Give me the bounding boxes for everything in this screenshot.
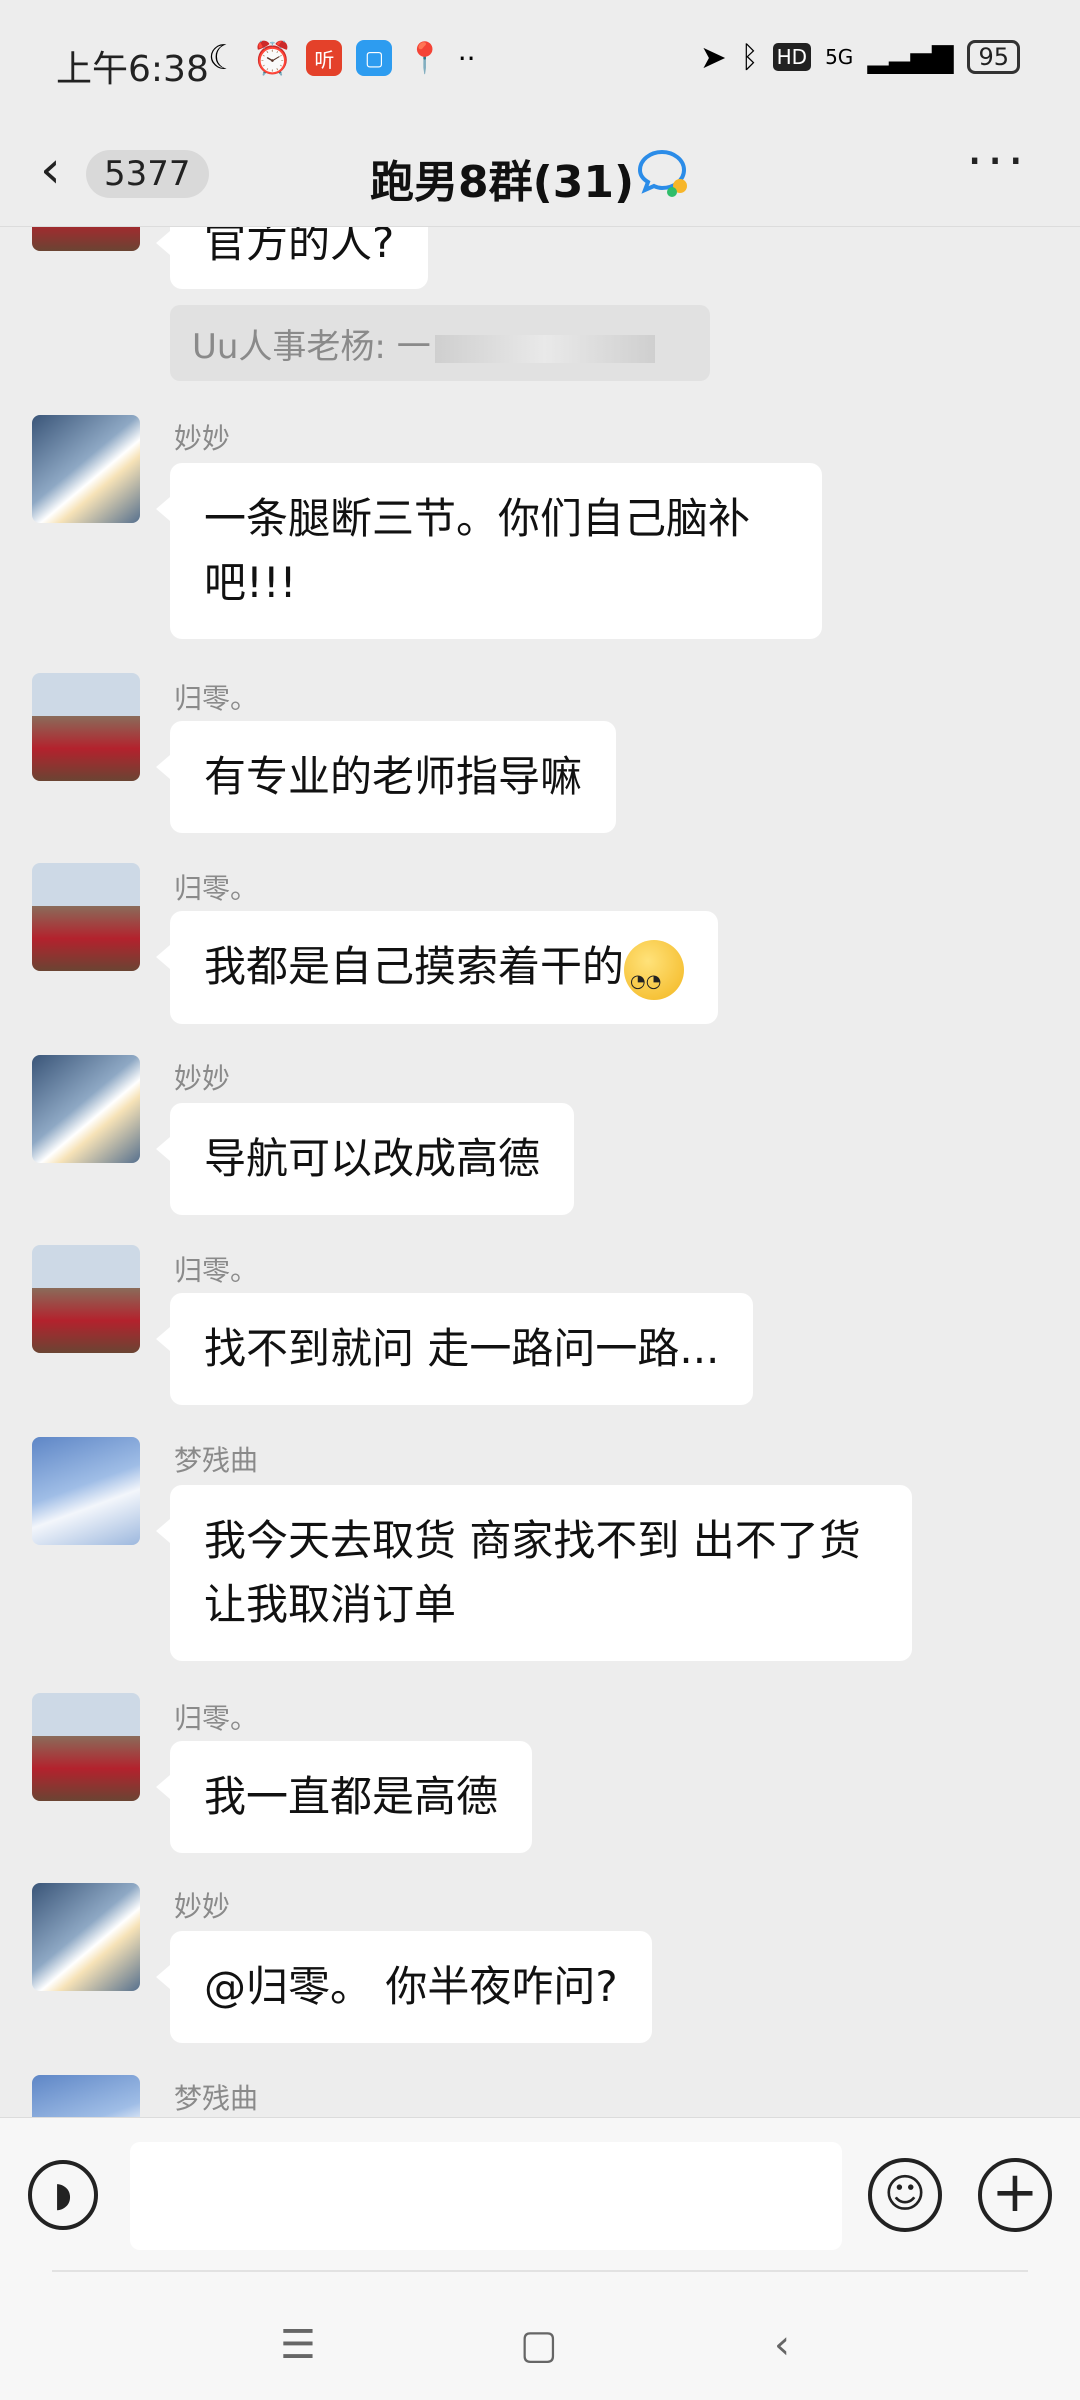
sender-name: 归零。 [174,682,259,715]
back-arrow-icon[interactable]: ‹ [40,140,61,200]
sender-name: 妙妙 [174,1890,231,1923]
message-text: 我都是自己摸索着干的 [204,942,625,991]
message-text: 导航可以改成高德 [204,1134,541,1183]
status-right-icons: ➤ ᛒ HD 5G ▂▃▅▇ 95 [700,38,1020,76]
message-bubble[interactable]: 找不到就问 走一路问一路... [155,1293,754,1405]
listen-app-icon: 听 [306,40,343,76]
message-text: 找不到就问 走一路问一路... [204,1324,720,1373]
message-bubble[interactable]: @归零。 你半夜咋问? [156,1931,652,2043]
sender-name: 梦残曲 [174,2082,259,2115]
message-text: 我一直都是高德 [204,1772,499,1821]
map-pin-icon: 📍 [406,40,444,76]
message-bubble[interactable]: 我一直都是高德 [155,1741,533,1853]
avatar[interactable] [32,2075,140,2117]
message-text: 一条腿断三节。你们自己脑补吧!!! [204,494,751,607]
plus-icon[interactable]: + [978,2158,1052,2232]
avatar[interactable] [32,1245,140,1353]
message-text: 有专业的老师指导嘛 [204,752,583,801]
message-list: 官方的人? Uu人事老杨: 一 妙妙 一条腿断三节。你们自己脑补吧!!! 归零。… [0,227,1080,2117]
location-arrow-icon: ➤ [699,38,727,76]
sender-name: 归零。 [174,1702,259,1735]
more-notifications-icon: ·· [457,41,476,75]
avatar[interactable] [32,1055,140,1163]
system-nav-bar: ☰ ▢ ‹ [0,2282,1080,2400]
quote-text: Uu人事老杨: 一 [192,327,431,367]
battery-indicator: 95 [967,40,1020,74]
back-nav-icon[interactable]: ‹ [774,2322,790,2368]
sender-name: 梦残曲 [174,1444,259,1477]
emoji-icon[interactable]: ☺ [868,2158,942,2232]
menu-nav-icon[interactable]: ☰ [280,2322,316,2368]
network-type: 5G [825,45,854,69]
avatar[interactable] [32,863,140,971]
chat-title: 跑男8群(31) [370,157,635,208]
divider [52,2270,1028,2272]
message-text: @归零。 你半夜咋问? [204,1962,618,2011]
signal-icon: ▂▃▅▇ [867,40,954,74]
unread-count-badge[interactable]: 5377 [86,150,209,198]
chat-app-icon: ▢ [356,40,393,76]
grimace-emoji-icon [624,939,685,1014]
sender-name: 妙妙 [174,1062,231,1095]
voice-input-icon[interactable]: ◗ [28,2160,98,2230]
hd-icon: HD [772,43,812,71]
status-time: 上午6:38 [56,49,209,90]
message-bubble[interactable]: 官方的人? [155,227,429,289]
status-bar: 上午6:38 ☾ ⏰ 听 ▢ 📍 ·· ➤ ᛒ HD 5G ▂▃▅▇ 95 [0,0,1080,124]
bluetooth-icon: ᛒ [740,39,759,75]
message-text: 我今天去取货 商家找不到 出不了货让我取消订单 [204,1516,861,1629]
home-nav-icon[interactable]: ▢ [520,2322,558,2368]
message-text: 官方的人? [204,227,395,267]
avatar[interactable] [32,673,140,781]
chat-header: ‹ 5377 跑男8群(31) ··· [0,124,1080,227]
input-bar: ◗ ☺ + [0,2117,1080,2283]
avatar[interactable] [32,1693,140,1801]
sender-name: 归零。 [174,1254,259,1287]
avatar[interactable] [32,415,140,523]
group-chat-icon [637,149,687,197]
message-bubble[interactable]: 导航可以改成高德 [155,1103,575,1215]
alarm-icon: ⏰ [252,39,293,77]
quoted-message[interactable]: Uu人事老杨: 一 [170,305,710,381]
moon-icon: ☾ [208,38,239,78]
message-bubble[interactable]: 我今天去取货 商家找不到 出不了货让我取消订单 [156,1485,912,1661]
avatar[interactable] [32,1883,140,1991]
status-left-icons: ☾ ⏰ 听 ▢ 📍 ·· [208,38,476,78]
avatar[interactable] [32,227,140,251]
message-bubble[interactable]: 我都是自己摸索着干的 [155,911,719,1024]
avatar[interactable] [32,1437,140,1545]
message-bubble[interactable]: 有专业的老师指导嘛 [155,721,617,833]
sender-name: 归零。 [174,872,259,905]
message-input[interactable] [130,2142,842,2250]
more-options-icon[interactable]: ··· [966,132,1028,192]
quote-redacted [434,334,655,363]
message-bubble[interactable]: 一条腿断三节。你们自己脑补吧!!! [156,463,822,639]
sender-name: 妙妙 [174,422,231,455]
